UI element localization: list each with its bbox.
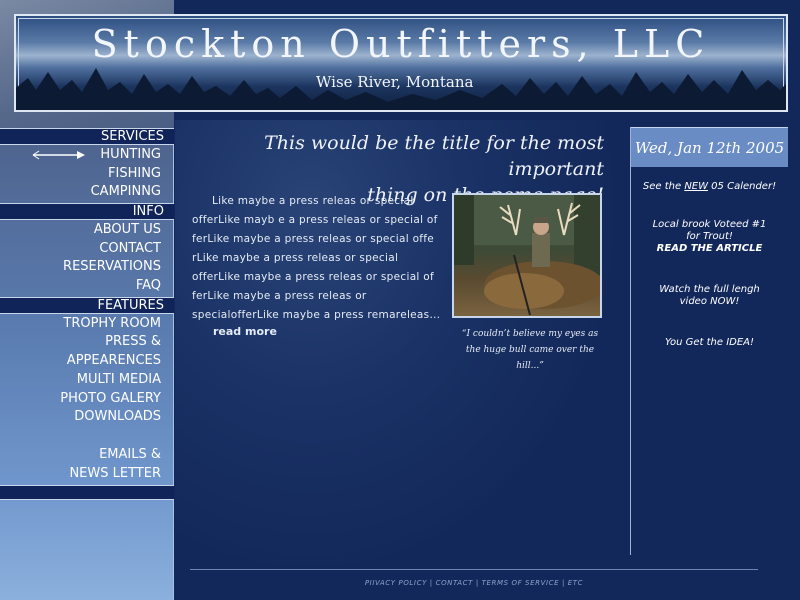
nav-item-hunting[interactable]: HUNTING — [1, 146, 161, 164]
nav-item-trophy-room[interactable]: TROPHY ROOM — [1, 315, 161, 333]
nav-bottom-bar — [0, 485, 174, 500]
nav-heading-services: SERVICES — [0, 128, 174, 145]
nav-item-contact[interactable]: CONTACT — [1, 240, 161, 258]
contact-link[interactable]: CONTACT — [436, 579, 473, 587]
nav-item-multi-media[interactable]: MULTI MEDIA — [1, 371, 161, 389]
nav-item-downloads[interactable]: DOWNLOADS — [1, 408, 161, 426]
elk-hunter-photo — [452, 193, 602, 318]
footer-separator: | — [559, 579, 568, 587]
calendar-link-new: NEW — [684, 181, 708, 192]
nav-item-press[interactable]: PRESS & — [1, 333, 161, 351]
brook-article-line-2: for Trout! — [686, 231, 733, 242]
nav-item-fishing[interactable]: FISHING — [1, 165, 161, 183]
video-link-line-2: video NOW! — [679, 296, 740, 307]
brook-article-link[interactable]: Local brook Voteed #1 for Trout! READ TH… — [631, 219, 788, 255]
read-the-article-label: READ THE ARTICLE — [656, 243, 763, 254]
headline-line-1: This would be the title for the most imp… — [264, 132, 604, 180]
footer-separator: | — [426, 579, 436, 587]
intro-paragraph: Like maybe a press releas or special off… — [192, 195, 441, 321]
nav-item-emails[interactable]: EMAILS & — [1, 446, 161, 464]
idea-link[interactable]: You Get the IDEA! — [631, 337, 788, 349]
right-column: Wed, Jan 12th 2005 See the NEW 05 Calend… — [630, 127, 788, 555]
nav-item-photo-galery[interactable]: PHOTO GALERY — [1, 390, 161, 408]
header-banner: Stockton Outfitters, LLC Wise River, Mon… — [14, 14, 788, 112]
video-link-line-1: Watch the full lengh — [659, 284, 760, 295]
calendar-link[interactable]: See the NEW 05 Calender! — [631, 181, 788, 193]
photo-caption: “I couldn’t believe my eyes as the huge … — [461, 329, 599, 371]
read-more-link[interactable]: read more — [213, 325, 277, 338]
terms-link[interactable]: TERMS OF SERVICE — [482, 579, 560, 587]
nav-item-appearences[interactable]: APPEARENCES — [1, 352, 161, 370]
privacy-policy-link[interactable]: PIIVACY POLICY — [365, 579, 427, 587]
footer-separator: | — [473, 579, 482, 587]
nav-item-reservations[interactable]: RESERVATIONS — [1, 258, 161, 276]
nav-heading-info: INFO — [0, 203, 174, 220]
etc-link[interactable]: ETC — [568, 579, 583, 587]
arrow-icon — [32, 150, 85, 160]
nav-item-faq[interactable]: FAQ — [1, 277, 161, 295]
footer-links: PIIVACY POLICY | CONTACT | TERMS OF SERV… — [190, 579, 758, 587]
brook-article-line-1: Local brook Voteed #1 — [652, 219, 767, 230]
video-link[interactable]: Watch the full lengh video NOW! — [631, 284, 788, 308]
site-title: Stockton Outfitters, LLC — [91, 22, 711, 66]
nav-item-camping[interactable]: CAMPINNG — [1, 183, 161, 201]
nav-item-label: HUNTING — [100, 147, 161, 162]
calendar-link-pre: See the — [642, 181, 685, 192]
nav-heading-features: FEATURES — [0, 297, 174, 314]
nav-item-news-letter[interactable]: NEWS LETTER — [1, 465, 161, 483]
nav-item-about-us[interactable]: ABOUT US — [1, 221, 161, 239]
calendar-link-post: 05 Calender! — [708, 181, 777, 192]
elk-hunter-photo-icon — [454, 195, 600, 316]
site-subtitle: Wise River, Montana — [316, 73, 474, 91]
date-display: Wed, Jan 12th 2005 — [631, 127, 788, 167]
footer-divider — [190, 569, 758, 570]
